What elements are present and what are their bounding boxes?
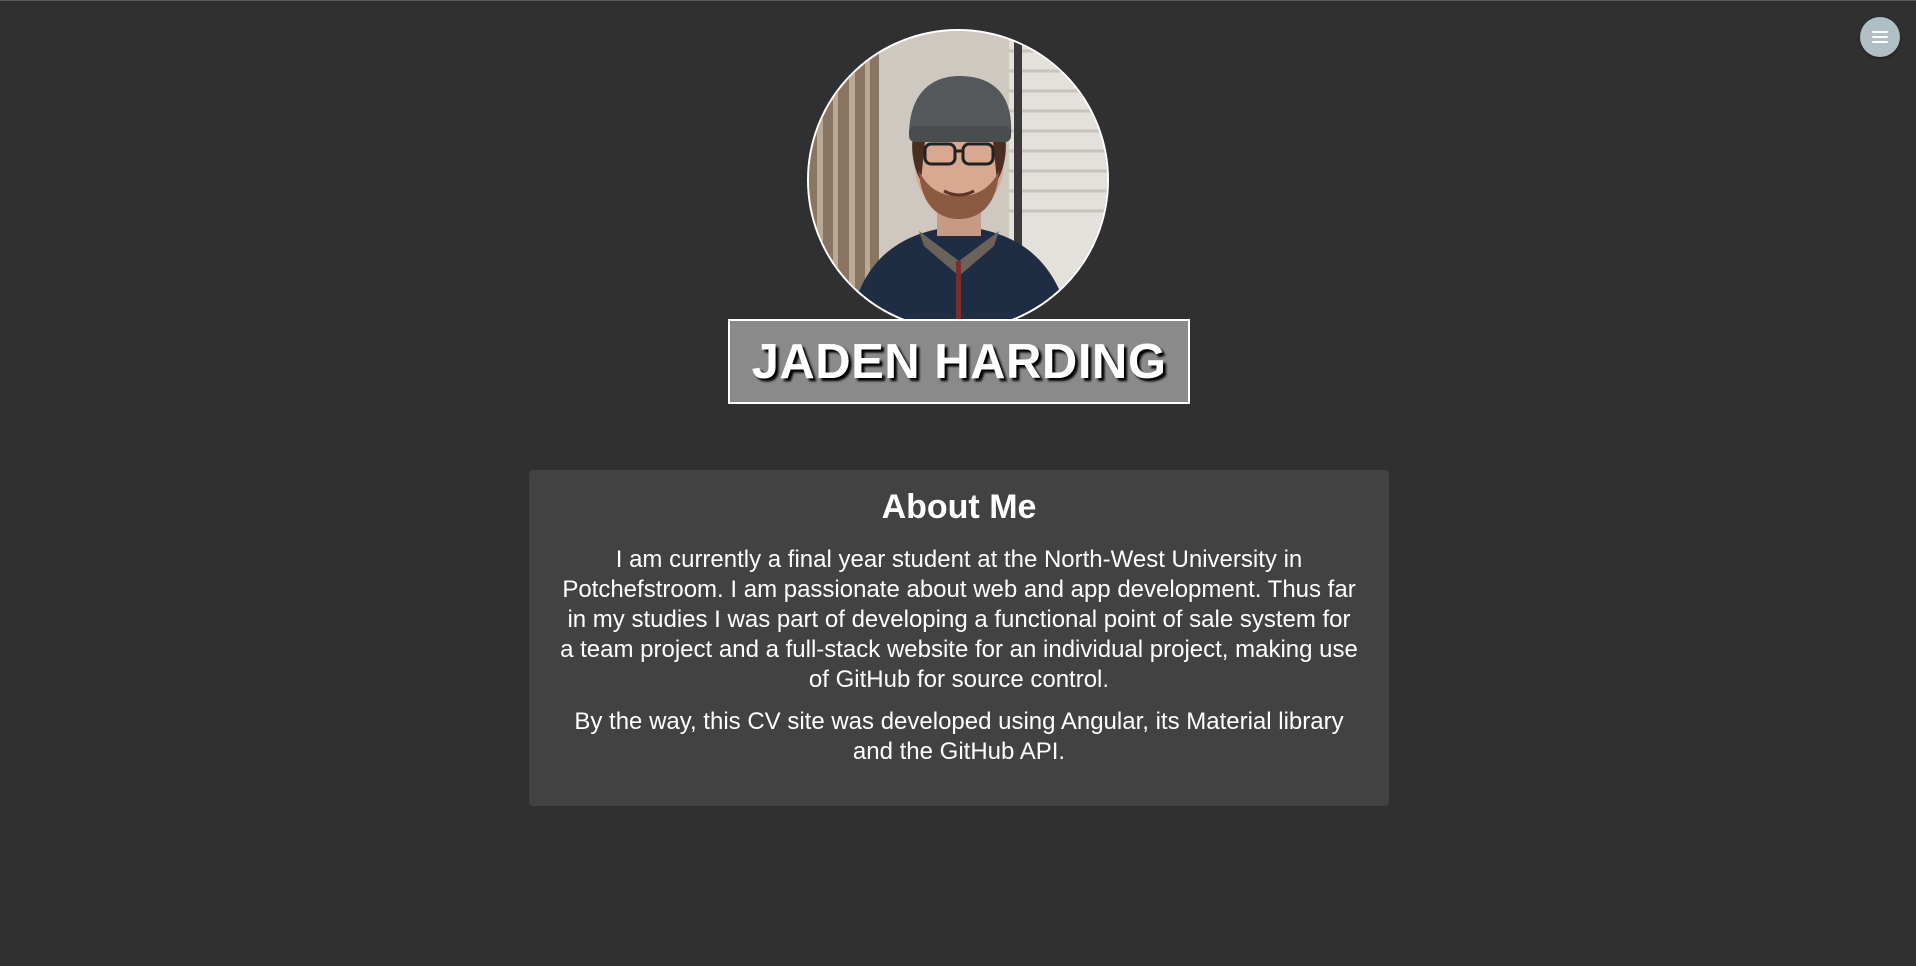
profile-photo	[809, 31, 1107, 329]
about-card: About Me I am currently a final year stu…	[529, 470, 1389, 806]
menu-button[interactable]	[1860, 17, 1900, 57]
about-paragraph: By the way, this CV site was developed u…	[574, 708, 1344, 765]
menu-icon-line	[1872, 36, 1888, 38]
name-banner: JADEN HARDING	[728, 319, 1190, 404]
profile-name: JADEN HARDING	[751, 334, 1167, 389]
menu-icon	[1872, 31, 1888, 33]
menu-icon-line	[1872, 41, 1888, 43]
about-title: About Me	[881, 488, 1037, 526]
about-paragraph: I am currently a final year student at t…	[560, 546, 1358, 693]
page: JADEN HARDING About Me I am currently a …	[0, 0, 1916, 966]
avatar	[807, 29, 1109, 331]
